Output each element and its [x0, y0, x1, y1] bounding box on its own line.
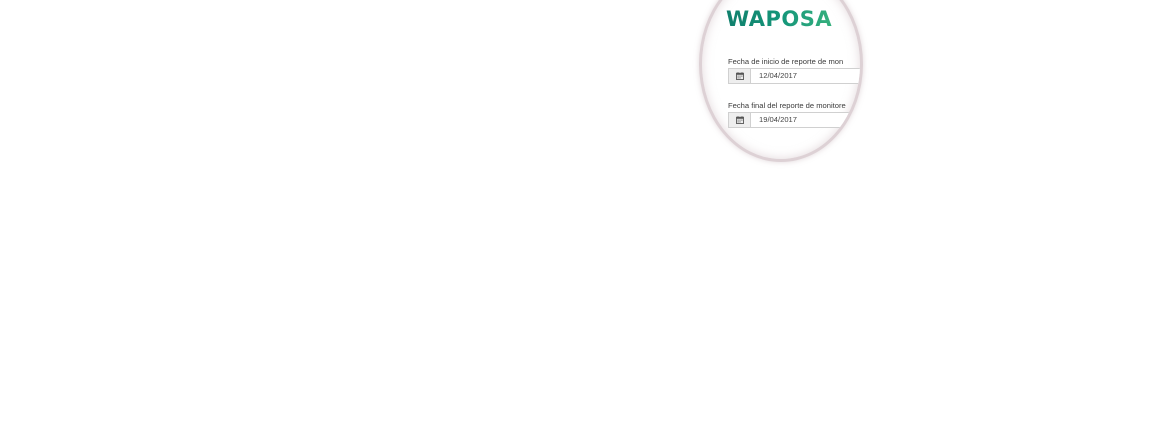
brand-logo: WAPOSA [726, 7, 833, 31]
magnifier-lens: WAPOSA Fecha de inicio de reporte de mon [699, 0, 863, 162]
start-date-field[interactable]: 12/04/2017 [751, 69, 797, 83]
calendar-icon[interactable] [729, 69, 751, 83]
page: WAPOSA Fecha de inicio de reporte de mon [0, 0, 1171, 441]
calendar-icon[interactable] [729, 113, 751, 127]
end-date-field[interactable]: 19/04/2017 [751, 113, 797, 127]
lens-content: WAPOSA Fecha de inicio de reporte de mon [702, 0, 860, 159]
end-date-label: Fecha final del reporte de monitore [728, 101, 846, 110]
end-date-input-group[interactable]: 19/04/2017 [728, 112, 860, 128]
start-date-input-group[interactable]: 12/04/2017 [728, 68, 860, 84]
start-date-label: Fecha de inicio de reporte de mon [728, 57, 844, 66]
